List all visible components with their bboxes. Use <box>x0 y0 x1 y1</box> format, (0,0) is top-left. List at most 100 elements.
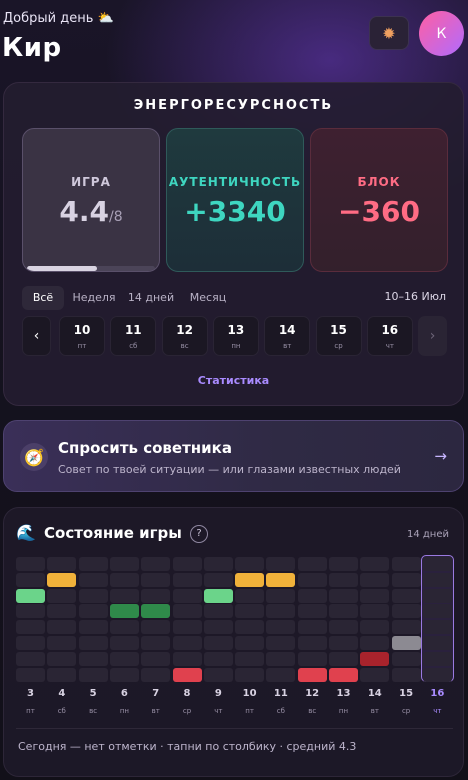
grid-cell[interactable] <box>203 572 233 587</box>
grid-cell[interactable] <box>422 636 452 650</box>
grid-cell[interactable] <box>297 620 327 635</box>
state-mark[interactable] <box>360 651 390 666</box>
period-tab[interactable]: 14 дней <box>125 286 177 310</box>
grid-cell[interactable] <box>47 620 77 635</box>
block-tile[interactable]: БЛОК −360 <box>310 128 448 272</box>
grid-cell[interactable] <box>329 557 358 571</box>
grid-cell[interactable] <box>78 588 108 603</box>
grid-cell[interactable] <box>329 636 358 650</box>
day-button[interactable]: 10 пт <box>59 316 105 356</box>
prev-week-button[interactable]: ‹ <box>22 316 51 356</box>
grid-cell[interactable] <box>391 588 421 603</box>
avatar[interactable]: К <box>419 11 464 56</box>
grid-cell[interactable] <box>109 636 139 650</box>
day-button[interactable]: 14 вт <box>264 316 311 356</box>
grid-cell[interactable] <box>172 557 202 571</box>
grid-cell[interactable] <box>16 557 45 571</box>
grid-cell[interactable] <box>47 651 77 666</box>
grid-cell[interactable] <box>47 604 77 619</box>
grid-cell[interactable] <box>391 557 421 571</box>
grid-cell[interactable] <box>297 572 327 587</box>
theme-toggle-button[interactable]: ✹ <box>369 16 409 50</box>
grid-cell[interactable] <box>360 588 390 603</box>
grid-cell[interactable] <box>422 651 452 666</box>
grid-cell[interactable] <box>141 620 171 635</box>
grid-cell[interactable] <box>109 651 139 666</box>
grid-cell[interactable] <box>266 620 296 635</box>
grid-cell[interactable] <box>203 636 233 650</box>
grid-cell[interactable] <box>78 651 108 666</box>
grid-cell[interactable] <box>172 651 202 666</box>
grid-cell[interactable] <box>422 557 452 571</box>
grid-cell[interactable] <box>141 557 171 571</box>
grid-cell[interactable] <box>203 557 233 571</box>
grid-cell[interactable] <box>141 572 171 587</box>
grid-cell[interactable] <box>391 667 421 682</box>
grid-cell[interactable] <box>266 651 296 666</box>
grid-cell[interactable] <box>235 557 265 571</box>
grid-cell[interactable] <box>47 636 77 650</box>
grid-cell[interactable] <box>78 572 108 587</box>
authenticity-tile[interactable]: АУТЕНТИЧНОСТЬ +3340 <box>166 128 304 272</box>
day-button[interactable]: 12 вс <box>161 316 208 356</box>
grid-cell[interactable] <box>297 651 327 666</box>
day-button[interactable]: 16 чт <box>366 316 413 356</box>
help-icon[interactable]: ? <box>190 525 208 543</box>
grid-cell[interactable] <box>235 667 265 682</box>
grid-cell[interactable] <box>203 667 233 682</box>
state-mark[interactable] <box>172 667 202 682</box>
grid-cell[interactable] <box>266 667 296 682</box>
grid-cell[interactable] <box>235 651 265 666</box>
statistics-link[interactable]: Статистика <box>4 374 463 387</box>
grid-cell[interactable] <box>297 557 327 571</box>
grid-cell[interactable] <box>172 588 202 603</box>
state-mark[interactable] <box>141 604 171 619</box>
grid-cell[interactable] <box>172 604 202 619</box>
day-button[interactable]: 15 ср <box>315 316 362 356</box>
grid-cell[interactable] <box>266 636 296 650</box>
grid-cell[interactable] <box>203 604 233 619</box>
grid-cell[interactable] <box>47 557 77 571</box>
state-mark[interactable] <box>329 667 358 682</box>
day-button[interactable]: 11 сб <box>110 316 157 356</box>
period-tab[interactable]: Месяц <box>186 286 230 310</box>
grid-cell[interactable] <box>109 588 139 603</box>
grid-cell[interactable] <box>391 572 421 587</box>
grid-cell[interactable] <box>235 604 265 619</box>
grid-cell[interactable] <box>266 604 296 619</box>
grid-cell[interactable] <box>16 667 45 682</box>
grid-cell[interactable] <box>109 572 139 587</box>
grid-cell[interactable] <box>235 636 265 650</box>
grid-cell[interactable] <box>266 588 296 603</box>
grid-cell[interactable] <box>172 572 202 587</box>
grid-cell[interactable] <box>297 588 327 603</box>
grid-cell[interactable] <box>360 604 390 619</box>
grid-cell[interactable] <box>391 620 421 635</box>
grid-cell[interactable] <box>78 620 108 635</box>
grid-cell[interactable] <box>360 557 390 571</box>
grid-cell[interactable] <box>141 636 171 650</box>
grid-cell[interactable] <box>78 604 108 619</box>
state-mark[interactable] <box>297 667 327 682</box>
period-tab[interactable]: Неделя <box>67 286 121 310</box>
grid-cell[interactable] <box>329 620 358 635</box>
grid-cell[interactable] <box>422 572 452 587</box>
state-mark[interactable] <box>47 572 77 587</box>
grid-cell[interactable] <box>360 636 390 650</box>
grid-cell[interactable] <box>203 620 233 635</box>
grid-cell[interactable] <box>235 588 265 603</box>
game-state-grid[interactable] <box>16 555 456 684</box>
grid-cell[interactable] <box>391 604 421 619</box>
grid-cell[interactable] <box>141 667 171 682</box>
grid-cell[interactable] <box>360 572 390 587</box>
grid-cell[interactable] <box>422 620 452 635</box>
period-tab[interactable]: Всё <box>22 286 64 310</box>
grid-cell[interactable] <box>266 557 296 571</box>
state-mark[interactable] <box>391 636 421 650</box>
state-mark[interactable] <box>16 588 45 603</box>
state-mark[interactable] <box>203 588 233 603</box>
grid-cell[interactable] <box>360 667 390 682</box>
grid-cell[interactable] <box>47 667 77 682</box>
grid-cell[interactable] <box>235 620 265 635</box>
grid-cell[interactable] <box>422 667 452 682</box>
